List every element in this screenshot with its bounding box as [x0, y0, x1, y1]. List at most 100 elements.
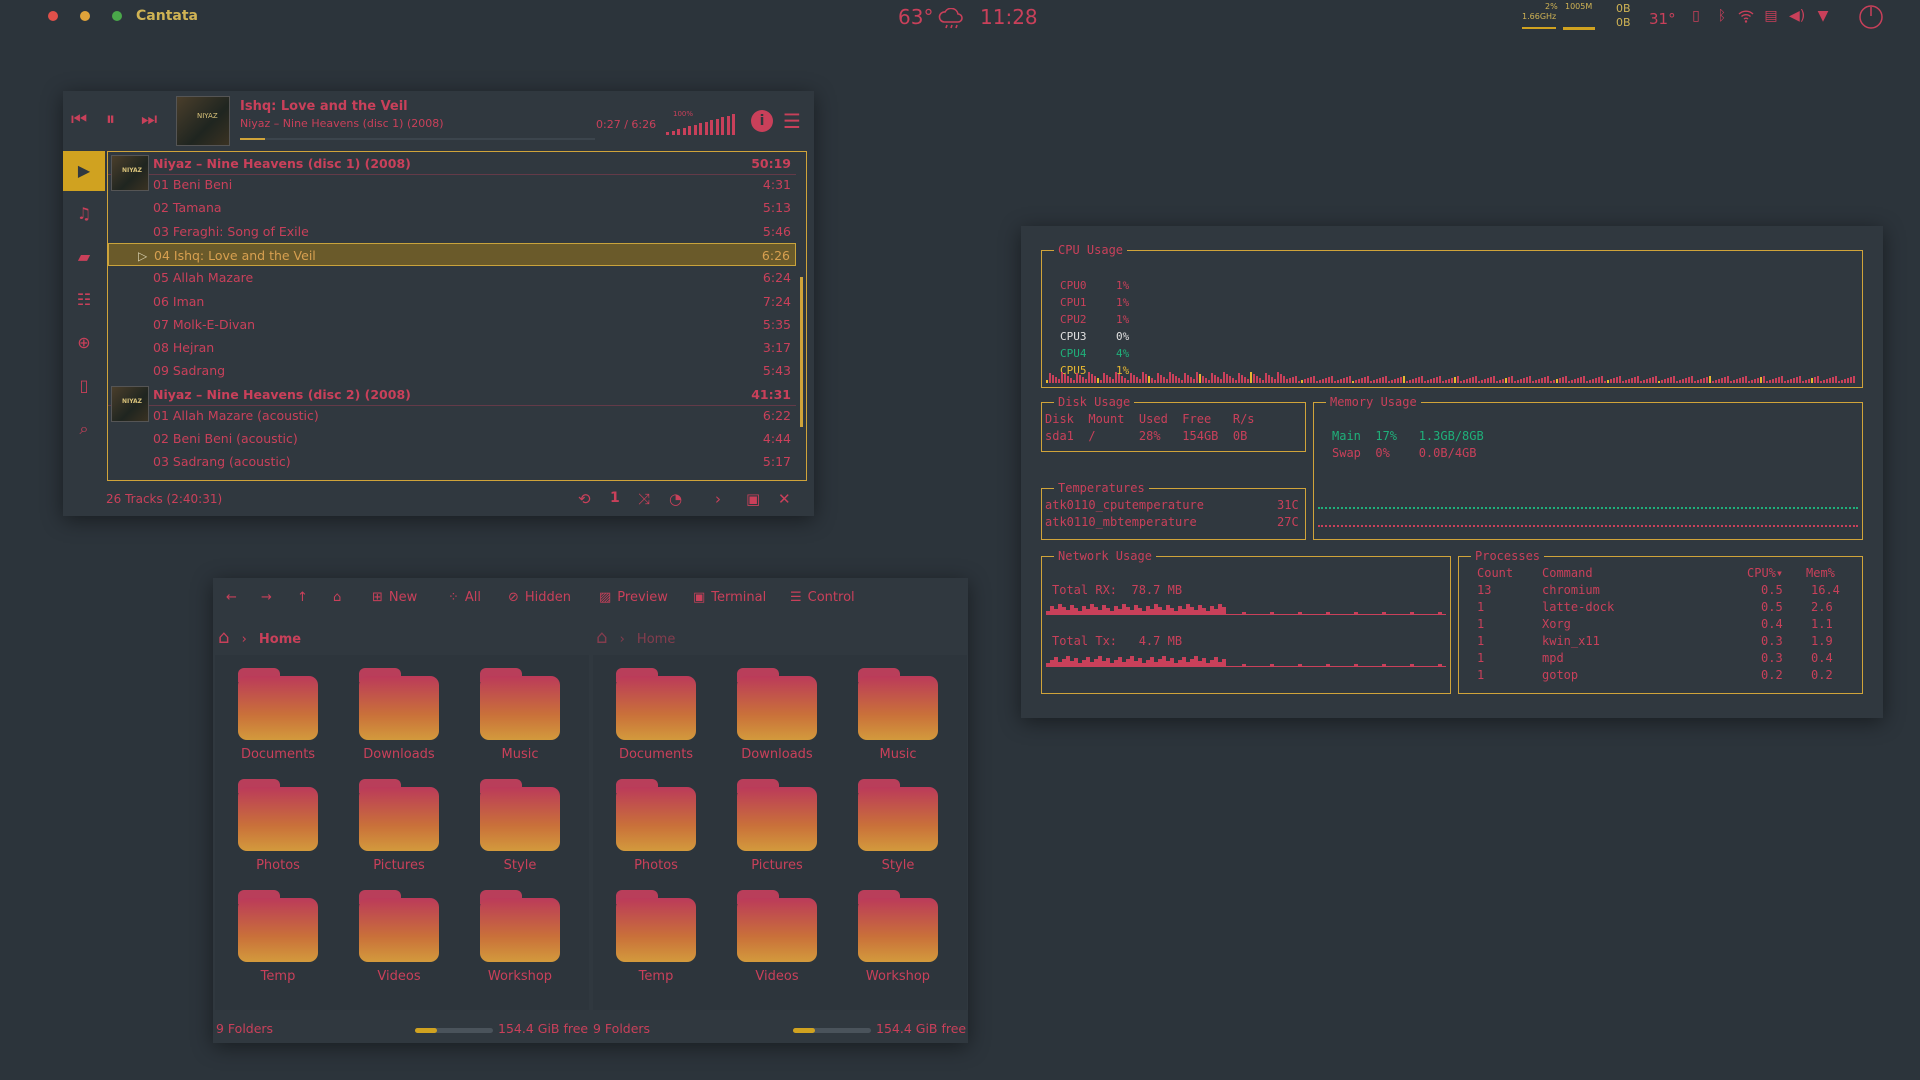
album-header[interactable]: NIYAZ Niyaz – Nine Heavens (disc 1) (2008… [108, 152, 796, 191]
network-spark-bar [1326, 664, 1330, 666]
network-spark-bar [1410, 612, 1414, 614]
search-icon[interactable]: ⌕ [63, 409, 105, 449]
cpu-spark-bar [1118, 374, 1120, 383]
track-row[interactable]: 01 Beni Beni 4:31 [108, 173, 796, 196]
folder-style[interactable]: Style [832, 777, 938, 877]
track-row[interactable]: 09 Sadrang 5:43 [108, 359, 796, 382]
home-icon[interactable]: ⌂ [218, 627, 229, 648]
track-row[interactable]: 03 Feraghi: Song of Exile 5:46 [108, 220, 796, 243]
folder-label: Music [501, 747, 539, 762]
folder-videos[interactable]: Videos [711, 888, 817, 988]
volume-icon[interactable]: ◀) [1789, 8, 1805, 24]
up-icon[interactable]: ↑ [297, 590, 308, 605]
album-header[interactable]: NIYAZ Niyaz – Nine Heavens (disc 2) (2008… [108, 383, 796, 422]
save-icon[interactable]: ▣ [746, 490, 760, 508]
folder-photos[interactable]: Photos [590, 777, 696, 877]
shuffle-icon[interactable]: ⤨ [638, 490, 650, 508]
folder-videos[interactable]: Videos [333, 888, 439, 988]
breadcrumb-home[interactable]: Home [637, 632, 675, 647]
track-row[interactable]: ▷ 04 Ishq: Love and the Veil 6:26 [108, 242, 796, 266]
folder-temp[interactable]: Temp [590, 888, 696, 988]
weather-temperature[interactable]: 63° [898, 5, 933, 29]
folder-pictures[interactable]: Pictures [711, 777, 817, 877]
hidden-button[interactable]: ⊘ Hidden [508, 590, 571, 605]
folder-photos[interactable]: Photos [212, 777, 318, 877]
cpu-spark-bar [1253, 374, 1255, 383]
cpu-spark-bar [1190, 377, 1192, 383]
cpu-spark-bar [1364, 377, 1366, 383]
folder-pictures[interactable]: Pictures [333, 777, 439, 877]
folders-icon[interactable]: ▰ [63, 237, 105, 277]
play-queue-icon[interactable]: ▶ [63, 151, 105, 191]
minimize-window-button[interactable] [80, 11, 90, 21]
album-cover[interactable]: NIYAZ [176, 96, 230, 146]
track-duration: 4:44 [762, 431, 791, 446]
proc-header-command[interactable]: Command [1542, 566, 1593, 580]
maximize-window-button[interactable] [112, 11, 122, 21]
folder-workshop[interactable]: Workshop [832, 888, 938, 988]
folder-documents[interactable]: Documents [590, 666, 696, 766]
folder-music[interactable]: Music [832, 666, 938, 766]
track-row[interactable]: 07 Molk-E-Divan 5:35 [108, 313, 796, 336]
single-mode-button[interactable]: 1 [610, 490, 620, 506]
system-temperature: 31° [1649, 10, 1676, 28]
proc-header-mem[interactable]: Mem% [1806, 566, 1835, 580]
folder-workshop[interactable]: Workshop [454, 888, 560, 988]
consume-icon[interactable]: ◔ [669, 490, 682, 508]
bluetooth-icon[interactable]: ᛒ [1714, 8, 1730, 24]
wifi-icon[interactable] [1738, 8, 1754, 24]
breadcrumb-home[interactable]: Home [259, 632, 301, 647]
proc-header-count[interactable]: Count [1477, 566, 1513, 580]
info-button[interactable]: i [751, 110, 773, 132]
storage-icon[interactable]: ▯ [1688, 8, 1704, 24]
track-row[interactable]: 05 Allah Mazare 6:24 [108, 266, 796, 289]
cpu-spark-bar [1466, 379, 1468, 383]
folder-downloads[interactable]: Downloads [711, 666, 817, 766]
cpu-spark-bar [1298, 381, 1300, 383]
clear-icon[interactable]: ✕ [778, 490, 791, 508]
chevron-down-icon[interactable]: ▼ [1815, 8, 1831, 24]
hamburger-menu-button[interactable]: ☰ [783, 109, 801, 133]
pause-button[interactable]: ⏸ [106, 111, 115, 129]
playlists-icon[interactable]: ☷ [63, 280, 105, 320]
internet-icon[interactable]: ⊕ [63, 323, 105, 363]
chevron-right-icon[interactable]: › [715, 490, 721, 508]
folder-temp[interactable]: Temp [212, 888, 318, 988]
cpu-spark-bar [1307, 378, 1309, 383]
clipboard-icon[interactable]: ▤ [1763, 8, 1779, 24]
proc-header-cpu[interactable]: CPU%▾ [1747, 566, 1783, 580]
volume-slider[interactable] [666, 113, 746, 135]
right-pane[interactable]: Documents Downloads Music Photos Pictures Sty… [593, 655, 967, 1010]
clock[interactable]: 11:28 [980, 5, 1038, 29]
play-queue[interactable]: NIYAZ Niyaz – Nine Heavens (disc 1) (2008… [107, 151, 807, 481]
folder-style[interactable]: Style [454, 777, 560, 877]
preview-button[interactable]: ▨ Preview [599, 590, 668, 605]
terminal-button[interactable]: ▣ Terminal [693, 590, 766, 605]
track-row[interactable]: 02 Tamana 5:13 [108, 196, 796, 219]
library-icon[interactable]: ♫ [63, 194, 105, 234]
next-track-button[interactable]: ⏭ [141, 111, 157, 129]
close-window-button[interactable] [48, 11, 58, 21]
seek-slider[interactable] [240, 138, 595, 140]
new-button[interactable]: ⊞ New [372, 590, 417, 605]
folder-downloads[interactable]: Downloads [333, 666, 439, 766]
track-row[interactable]: 01 Allah Mazare (acoustic) 6:22 [108, 404, 796, 427]
folder-music[interactable]: Music [454, 666, 560, 766]
control-button[interactable]: ☰ Control [790, 590, 855, 605]
track-row[interactable]: 02 Beni Beni (acoustic) 4:44 [108, 427, 796, 450]
devices-icon[interactable]: ▯ [63, 366, 105, 406]
home-icon[interactable]: ⌂ [333, 590, 341, 605]
all-button[interactable]: ⁘ All [448, 590, 481, 605]
track-row[interactable]: 06 Iman 7:24 [108, 290, 796, 313]
left-pane[interactable]: Documents Downloads Music Photos Pictures Sty… [215, 655, 589, 1010]
repeat-icon[interactable]: ⟲ [578, 490, 591, 508]
playlist-scrollbar[interactable] [800, 277, 803, 427]
previous-track-button[interactable]: ⏮ [71, 111, 87, 129]
folder-documents[interactable]: Documents [212, 666, 318, 766]
forward-icon[interactable]: → [261, 590, 272, 605]
track-row[interactable]: 08 Hejran 3:17 [108, 336, 796, 359]
track-row[interactable]: 03 Sadrang (acoustic) 5:17 [108, 450, 796, 473]
home-icon[interactable]: ⌂ [596, 627, 607, 648]
power-icon[interactable] [1858, 4, 1884, 30]
back-icon[interactable]: ← [226, 590, 237, 605]
